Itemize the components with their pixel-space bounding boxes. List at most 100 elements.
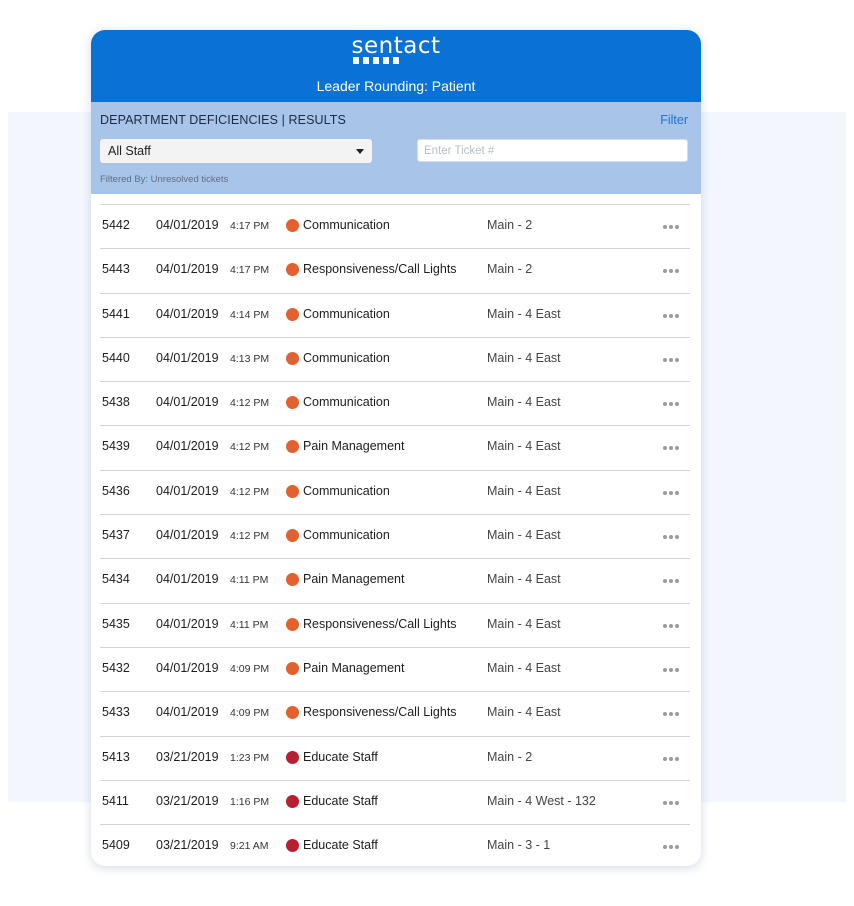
ticket-id: 5411 bbox=[102, 793, 129, 808]
ticket-row[interactable]: 5433 04/01/2019 4:09 PM Responsiveness/Call… bbox=[100, 691, 690, 735]
filter-link[interactable]: Filter bbox=[660, 113, 688, 127]
status-dot-icon bbox=[286, 706, 299, 720]
ticket-category: Responsiveness/Call Lights bbox=[303, 262, 457, 277]
status-dot-icon bbox=[286, 573, 299, 587]
ticket-location: Main - 2 bbox=[487, 262, 533, 277]
ticket-location: Main - 4 West - 132 bbox=[487, 793, 596, 808]
ticket-date: 04/01/2019 bbox=[156, 616, 219, 631]
ticket-time: 4:12 PM bbox=[230, 485, 270, 498]
ticket-id: 5437 bbox=[102, 528, 130, 543]
ticket-row[interactable]: 5413 03/21/2019 1:23 PM Educate Staff Main -… bbox=[100, 735, 690, 780]
ticket-row[interactable]: 5438 04/01/2019 4:12 PM Communication Main -… bbox=[100, 381, 690, 425]
ticket-row[interactable]: 5436 04/01/2019 4:12 PM Communication Main -… bbox=[100, 469, 690, 514]
ticket-category: Communication bbox=[303, 395, 390, 410]
ticket-id: 5413 bbox=[102, 749, 130, 764]
ticket-category: Communication bbox=[303, 350, 390, 365]
ticket-location: Main - 4 East bbox=[487, 306, 561, 321]
ticket-time: 4:17 PM bbox=[230, 264, 270, 277]
ticket-date: 04/01/2019 bbox=[156, 306, 219, 321]
ticket-row[interactable]: 5432 04/01/2019 4:09 PM Pain Management Main… bbox=[100, 646, 690, 691]
ticket-date: 04/01/2019 bbox=[156, 572, 219, 587]
ticket-search-input[interactable] bbox=[417, 139, 688, 162]
ticket-row[interactable]: 5411 03/21/2019 1:16 PM Educate Staff Main -… bbox=[100, 779, 690, 824]
ticket-category: Pain Management bbox=[303, 660, 405, 675]
more-options-icon[interactable] bbox=[663, 261, 679, 281]
ticket-list: 5442 04/01/2019 4:17 PM Communication Main -… bbox=[91, 204, 701, 866]
ticket-row[interactable]: 5437 04/01/2019 4:12 PM Communication Main -… bbox=[100, 514, 690, 558]
status-dot-icon bbox=[286, 839, 299, 853]
status-dot-icon bbox=[286, 617, 299, 631]
ticket-time: 9:21 AM bbox=[230, 840, 269, 853]
ticket-id: 5439 bbox=[102, 439, 130, 454]
ticket-date: 04/01/2019 bbox=[156, 660, 219, 675]
more-options-icon[interactable] bbox=[663, 217, 679, 237]
ticket-date: 04/01/2019 bbox=[156, 262, 219, 277]
ticket-location: Main - 3 - 1 bbox=[487, 838, 551, 853]
ticket-time: 4:11 PM bbox=[230, 574, 269, 587]
ticket-id: 5433 bbox=[102, 705, 130, 720]
status-dot-icon bbox=[286, 440, 299, 454]
ticket-row[interactable]: 5434 04/01/2019 4:11 PM Pain Management Main… bbox=[100, 558, 690, 602]
status-dot-icon bbox=[286, 750, 299, 764]
ticket-time: 4:12 PM bbox=[230, 530, 270, 543]
more-options-icon[interactable] bbox=[663, 306, 679, 326]
ticket-category: Pain Management bbox=[303, 439, 405, 454]
ticket-row[interactable]: 5441 04/01/2019 4:14 PM Communication Main -… bbox=[100, 292, 690, 337]
ticket-location: Main - 4 East bbox=[487, 483, 561, 498]
ticket-row[interactable]: 5439 04/01/2019 4:12 PM Pain Management Main… bbox=[100, 425, 690, 469]
status-dot-icon bbox=[286, 794, 299, 808]
ticket-id: 5435 bbox=[102, 616, 130, 631]
status-dot-icon bbox=[286, 263, 299, 277]
status-dot-icon bbox=[286, 307, 299, 321]
status-dot-icon bbox=[286, 396, 299, 410]
ticket-category: Responsiveness/Call Lights bbox=[303, 705, 457, 720]
ticket-location: Main - 4 East bbox=[487, 395, 561, 410]
more-options-icon[interactable] bbox=[663, 749, 679, 769]
ticket-id: 5434 bbox=[102, 572, 130, 587]
ticket-date: 04/01/2019 bbox=[156, 350, 219, 365]
more-options-icon[interactable] bbox=[663, 660, 679, 680]
ticket-row[interactable]: 5409 03/21/2019 9:21 AM Educate Staff Main -… bbox=[100, 824, 690, 866]
ticket-date: 04/01/2019 bbox=[156, 439, 219, 454]
ticket-location: Main - 4 East bbox=[487, 660, 561, 675]
ticket-date: 04/01/2019 bbox=[156, 395, 219, 410]
more-options-icon[interactable] bbox=[663, 394, 679, 414]
more-options-icon[interactable] bbox=[663, 483, 679, 503]
more-options-icon[interactable] bbox=[663, 704, 679, 724]
ticket-id: 5409 bbox=[102, 838, 130, 853]
ticket-row[interactable]: 5440 04/01/2019 4:13 PM Communication Main -… bbox=[100, 336, 690, 381]
ticket-category: Responsiveness/Call Lights bbox=[303, 616, 457, 631]
ticket-location: Main - 4 East bbox=[487, 528, 561, 543]
ticket-time: 4:12 PM bbox=[230, 397, 270, 410]
ticket-id: 5443 bbox=[102, 262, 130, 277]
ticket-category: Communication bbox=[303, 483, 390, 498]
more-options-icon[interactable] bbox=[663, 571, 679, 591]
staff-select[interactable]: All Staff bbox=[100, 139, 372, 163]
more-options-icon[interactable] bbox=[663, 837, 679, 857]
ticket-date: 04/01/2019 bbox=[156, 705, 219, 720]
more-options-icon[interactable] bbox=[663, 616, 679, 636]
ticket-row[interactable]: 5443 04/01/2019 4:17 PM Responsiveness/Call… bbox=[100, 248, 690, 292]
ticket-time: 4:12 PM bbox=[230, 441, 270, 454]
ticket-location: Main - 4 East bbox=[487, 439, 561, 454]
ticket-category: Communication bbox=[303, 218, 390, 232]
more-options-icon[interactable] bbox=[663, 527, 679, 547]
ticket-id: 5441 bbox=[102, 306, 130, 321]
app-header: sentact Leader Rounding: Patient bbox=[91, 30, 701, 102]
ticket-row[interactable]: 5435 04/01/2019 4:11 PM Responsiveness/Call… bbox=[100, 602, 690, 647]
ticket-row[interactable]: 5442 04/01/2019 4:17 PM Communication Main -… bbox=[100, 204, 690, 248]
ticket-date: 03/21/2019 bbox=[156, 793, 219, 808]
ticket-time: 4:09 PM bbox=[230, 662, 270, 675]
more-options-icon[interactable] bbox=[663, 793, 679, 813]
ticket-location: Main - 4 East bbox=[487, 705, 561, 720]
ticket-time: 4:11 PM bbox=[230, 618, 269, 631]
more-options-icon[interactable] bbox=[663, 350, 679, 370]
ticket-category: Educate Staff bbox=[303, 793, 378, 808]
results-heading: DEPARTMENT DEFICIENCIES | RESULTS bbox=[100, 113, 346, 127]
status-dot-icon bbox=[286, 661, 299, 675]
ticket-category: Educate Staff bbox=[303, 749, 378, 764]
filter-bar: DEPARTMENT DEFICIENCIES | RESULTS Filter… bbox=[91, 102, 701, 194]
ticket-time: 4:17 PM bbox=[230, 220, 270, 232]
ticket-date: 04/01/2019 bbox=[156, 218, 219, 232]
more-options-icon[interactable] bbox=[663, 438, 679, 458]
